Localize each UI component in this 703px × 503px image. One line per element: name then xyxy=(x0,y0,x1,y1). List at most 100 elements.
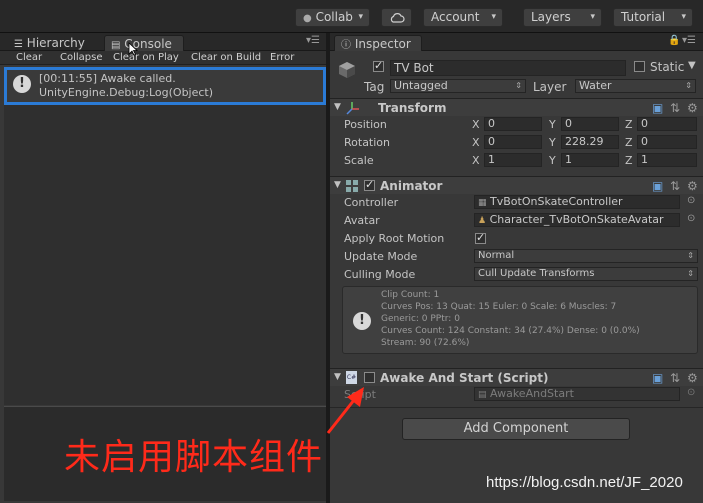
lock-icon[interactable]: 🔒 xyxy=(668,35,680,46)
avatar-field[interactable]: ♟ Character_TvBotOnSkateAvatar xyxy=(474,213,680,227)
clear-on-play-button[interactable]: Clear on Play xyxy=(113,51,179,65)
list-icon: ☰ xyxy=(14,39,23,50)
script-enabled-checkbox[interactable] xyxy=(364,372,375,383)
culling-mode-value: Cull Update Transforms xyxy=(478,268,595,279)
x-axis-label: X xyxy=(472,154,480,167)
collapse-button[interactable]: Collapse xyxy=(60,51,103,65)
static-checkbox[interactable] xyxy=(634,61,645,72)
foldout-arrow-icon: ▼ xyxy=(334,372,341,382)
controller-value: TvBotOnSkateController xyxy=(490,195,623,208)
chevron-down-icon[interactable]: ▼ xyxy=(688,60,696,71)
tag-dropdown[interactable]: Untagged ⇕ xyxy=(390,79,526,93)
tab-hierarchy[interactable]: ☰ Hierarchy xyxy=(14,35,98,51)
update-mode-dropdown[interactable]: Normal ⇕ xyxy=(474,249,698,263)
help-book-icon[interactable]: ▣ xyxy=(652,101,663,115)
help-book-icon[interactable]: ▣ xyxy=(652,179,663,193)
panel-menu-icon[interactable]: ▾☰ xyxy=(682,35,696,46)
animator-header[interactable]: ▼ Animator ▣ ⇅ ⚙ xyxy=(330,176,703,194)
preset-icon[interactable]: ⇅ xyxy=(670,101,680,115)
updown-icon: ⇕ xyxy=(687,269,694,278)
layer-dropdown[interactable]: Water ⇕ xyxy=(575,79,696,93)
log-message: [00:11:55] Awake called. xyxy=(39,72,176,85)
foldout-arrow-icon: ▼ xyxy=(334,102,341,112)
controller-label: Controller xyxy=(344,196,399,209)
collab-button[interactable]: ● Collab ▾ xyxy=(295,8,370,27)
console-toolbar: Clear Collapse Clear on Play Clear on Bu… xyxy=(0,51,326,77)
static-label: Static xyxy=(650,60,685,74)
transform-header[interactable]: ▼ Transform ▣ ⇅ ⚙ xyxy=(330,98,703,116)
clear-button[interactable]: Clear xyxy=(16,51,42,65)
layers-label: Layers xyxy=(531,10,571,24)
tab-hierarchy-label: Hierarchy xyxy=(26,36,85,50)
info-icon: ! xyxy=(353,312,371,330)
animator-enabled-checkbox[interactable] xyxy=(364,178,375,191)
panel-menu-icon[interactable]: ▾☰ xyxy=(306,35,320,46)
tab-console[interactable]: ▤ Console xyxy=(104,35,184,51)
info-icon: ! xyxy=(13,75,31,93)
tag-label: Tag xyxy=(364,80,385,94)
gameobject-cube-icon xyxy=(339,62,355,78)
position-y-field[interactable]: 0 xyxy=(561,117,619,131)
cloud-small-icon: ● xyxy=(303,13,312,24)
scale-label: Scale xyxy=(344,154,374,167)
z-axis-label: Z xyxy=(625,154,633,167)
z-axis-label: Z xyxy=(625,136,633,149)
controller-field[interactable]: ▦ TvBotOnSkateController xyxy=(474,195,680,209)
script-asset-icon: ▤ xyxy=(478,390,487,400)
layers-dropdown[interactable]: Layers ▾ xyxy=(523,8,602,27)
active-checkbox[interactable] xyxy=(373,59,384,72)
clear-on-build-button[interactable]: Clear on Build xyxy=(191,51,261,65)
scale-z-field[interactable]: 1 xyxy=(637,153,697,167)
account-dropdown[interactable]: Account ▾ xyxy=(423,8,503,27)
culling-mode-dropdown[interactable]: Cull Update Transforms ⇕ xyxy=(474,267,698,281)
culling-mode-label: Culling Mode xyxy=(344,268,416,281)
layer-value: Water xyxy=(579,79,612,92)
tab-inspector-label: Inspector xyxy=(354,37,411,51)
cloud-button[interactable] xyxy=(381,8,412,27)
scale-x-field[interactable]: 1 xyxy=(484,153,542,167)
info-line: Stream: 90 (72.6%) xyxy=(381,338,470,348)
controller-asset-icon: ▦ xyxy=(478,198,487,208)
tab-inspector[interactable]: ⓘ Inspector xyxy=(334,35,422,51)
foldout-arrow-icon: ▼ xyxy=(334,180,341,190)
updown-icon: ⇕ xyxy=(687,251,694,260)
gear-icon[interactable]: ⚙ xyxy=(687,101,698,115)
preset-icon[interactable]: ⇅ xyxy=(670,179,680,193)
annotation-arrow xyxy=(326,387,364,434)
object-name-field[interactable]: TV Bot xyxy=(390,60,626,76)
log-entry[interactable]: ! [00:11:55] Awake called. UnityEngine.D… xyxy=(4,67,326,105)
animator-info-box: ! Clip Count: 1 Curves Pos: 13 Quat: 15 … xyxy=(342,286,698,354)
info-circle-icon: ⓘ xyxy=(341,40,351,51)
rotation-y-field[interactable]: 228.29 xyxy=(561,135,619,149)
annotation-text: 未启用脚本组件 xyxy=(64,437,324,478)
scale-y-field[interactable]: 1 xyxy=(561,153,619,167)
chevron-down-icon: ▾ xyxy=(491,12,496,22)
position-z-field[interactable]: 0 xyxy=(637,117,697,131)
object-picker-icon[interactable]: ⊙ xyxy=(687,213,695,224)
preset-icon[interactable]: ⇅ xyxy=(670,371,680,385)
inspector-tab-bar: ⓘ Inspector 🔒 ▾☰ xyxy=(330,33,703,51)
position-x-field[interactable]: 0 xyxy=(484,117,542,131)
root-motion-checkbox[interactable] xyxy=(475,231,486,244)
rotation-z-field[interactable]: 0 xyxy=(637,135,697,149)
chevron-down-icon: ▾ xyxy=(358,12,363,22)
log-stack: UnityEngine.Debug:Log(Object) xyxy=(39,86,214,99)
z-axis-label: Z xyxy=(625,118,633,131)
layer-label: Layer xyxy=(533,80,567,94)
collab-label: Collab xyxy=(315,10,353,24)
transform-axes-icon xyxy=(346,102,359,115)
add-component-button[interactable]: Add Component xyxy=(402,418,630,440)
log-list: ! [00:11:55] Awake called. UnityEngine.D… xyxy=(4,67,326,405)
y-axis-label: Y xyxy=(549,136,556,149)
info-line: Curves Pos: 13 Quat: 15 Euler: 0 Scale: … xyxy=(381,302,617,312)
rotation-x-field[interactable]: 0 xyxy=(484,135,542,149)
script-component-header[interactable]: ▼ C# Awake And Start (Script) ▣ ⇅ ⚙ xyxy=(330,368,703,386)
layout-dropdown[interactable]: Tutorial ▾ xyxy=(613,8,693,27)
inspector-divider xyxy=(330,407,703,408)
gear-icon[interactable]: ⚙ xyxy=(687,371,698,385)
updown-icon: ⇕ xyxy=(685,81,692,90)
object-picker-icon[interactable]: ⊙ xyxy=(687,195,695,206)
help-book-icon[interactable]: ▣ xyxy=(652,371,663,385)
root-motion-label: Apply Root Motion xyxy=(344,232,445,245)
gear-icon[interactable]: ⚙ xyxy=(687,179,698,193)
